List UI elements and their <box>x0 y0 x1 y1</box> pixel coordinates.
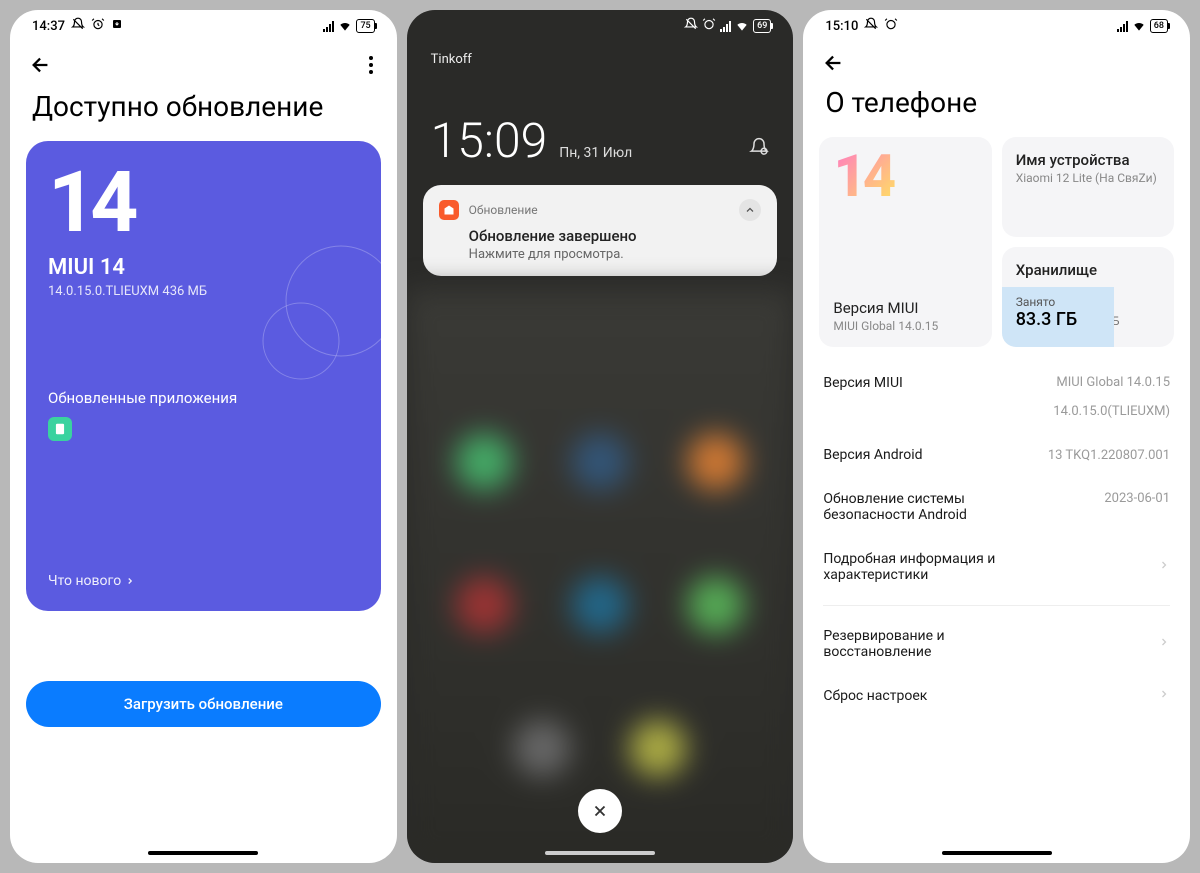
close-icon <box>591 802 609 820</box>
wifi-icon <box>735 19 749 33</box>
tile-sublabel: Xiaomi 12 Lite (На СвяZи) <box>1016 171 1160 185</box>
chevron-right-icon <box>1158 688 1170 704</box>
phone-lockscreen: 69 Tinkoff 15:09 Пн, 31 Июл Обновление О… <box>407 10 794 863</box>
more-menu-button[interactable] <box>365 52 377 78</box>
chevron-right-icon <box>125 576 135 586</box>
wifi-icon <box>1132 19 1146 33</box>
phone-update-available: 14:37 75 Доступно обновление <box>10 10 397 863</box>
chevron-right-icon <box>1158 636 1170 652</box>
tile-miui-version[interactable]: 14 Версия MIUI MIUI Global 14.0.15 <box>819 137 991 347</box>
lockscreen-time: 15:09 <box>431 112 548 169</box>
page-title: Доступно обновление <box>10 82 397 141</box>
dnd-icon <box>864 17 878 35</box>
wifi-icon <box>338 19 352 33</box>
blurred-homescreen <box>407 290 794 863</box>
status-time: 14:37 <box>32 19 65 34</box>
tile-storage[interactable]: Хранилище Занято 83.3 ГБ/128 ГБ <box>1002 247 1174 347</box>
status-bar: 69 <box>407 10 794 42</box>
decorative-circles <box>251 241 381 401</box>
miui-logo: 14 <box>48 165 359 241</box>
storage-used-value: 83.3 ГБ <box>1016 309 1078 330</box>
tile-sublabel: MIUI Global 14.0.15 <box>833 319 977 333</box>
lockscreen-date: Пн, 31 Июл <box>559 145 632 161</box>
alarm-icon <box>91 17 105 35</box>
tile-label: Хранилище <box>1016 261 1160 279</box>
storage-used-label: Занято <box>1016 295 1160 309</box>
signal-icon <box>323 21 334 32</box>
download-icon <box>111 18 123 34</box>
row-android-version[interactable]: Версия Android 13 TKQ1.220807.001 <box>823 433 1170 477</box>
row-security-patch[interactable]: Обновление системы безопасности Android … <box>823 477 1170 537</box>
page-title: О телефоне <box>803 78 1190 137</box>
row-miui-version[interactable]: Версия MIUI MIUI Global 14.0.15 14.0.15.… <box>823 361 1170 433</box>
battery-indicator: 69 <box>753 19 771 33</box>
row-backup-restore[interactable]: Резервирование и восстановление <box>823 605 1170 674</box>
tile-label: Версия MIUI <box>833 299 977 317</box>
battery-indicator: 75 <box>356 19 374 33</box>
row-factory-reset[interactable]: Сброс настроек <box>823 674 1170 718</box>
notification-title: Обновление завершено <box>469 227 762 245</box>
battery-indicator: 68 <box>1150 19 1168 33</box>
update-card: 14 MIUI 14 14.0.15.0.TLIEUXM 436 МБ Обно… <box>26 141 381 611</box>
home-indicator[interactable] <box>942 851 1052 855</box>
expand-notification-button[interactable] <box>739 199 761 221</box>
home-indicator[interactable] <box>545 851 655 855</box>
dnd-icon <box>684 17 698 35</box>
back-button[interactable] <box>823 52 845 74</box>
home-indicator[interactable] <box>148 851 258 855</box>
notification-body: Нажмите для просмотра. <box>469 247 762 262</box>
status-bar: 14:37 75 <box>10 10 397 42</box>
alarm-icon <box>884 17 898 35</box>
miui-version: 14.0.15.0.TLIEUXM 436 МБ <box>48 284 359 299</box>
carrier-label: Tinkoff <box>431 52 472 67</box>
status-time: 15:10 <box>825 19 858 34</box>
back-button[interactable] <box>30 54 52 76</box>
signal-icon <box>1117 21 1128 32</box>
notification-card[interactable]: Обновление Обновление завершено Нажмите … <box>423 185 778 276</box>
download-update-button[interactable]: Загрузить обновление <box>26 681 381 727</box>
dnd-icon <box>71 17 85 35</box>
signal-icon <box>720 21 731 32</box>
chevron-right-icon <box>1158 559 1170 575</box>
phone-about: 15:10 68 О телефоне 14 Версия MIUI <box>803 10 1190 863</box>
updated-app-icon <box>48 417 72 441</box>
tile-device-name[interactable]: Имя устройства Xiaomi 12 Lite (На СвяZи) <box>1002 137 1174 237</box>
update-app-icon <box>439 200 459 220</box>
close-notifications-button[interactable] <box>578 789 622 833</box>
whats-new-link[interactable]: Что нового <box>48 573 359 589</box>
alarm-icon <box>702 17 716 35</box>
notification-settings-icon[interactable] <box>749 137 769 161</box>
tile-label: Имя устройства <box>1016 151 1160 169</box>
row-detailed-info[interactable]: Подробная информация и характеристики <box>823 537 1170 597</box>
miui-logo: 14 <box>833 151 977 203</box>
notification-app-name: Обновление <box>469 203 538 217</box>
status-bar: 15:10 68 <box>803 10 1190 42</box>
